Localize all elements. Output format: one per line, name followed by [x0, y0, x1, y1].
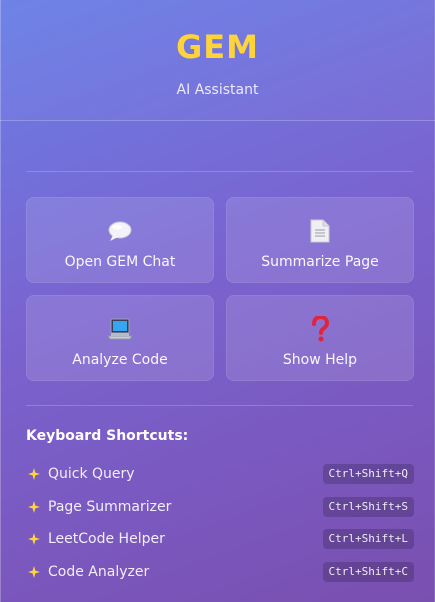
- sparkle-icon: [27, 565, 41, 579]
- shortcut-item: LeetCode Helper Ctrl+Shift+L: [26, 523, 414, 556]
- shortcut-item: Code Analyzer Ctrl+Shift+C: [26, 556, 414, 589]
- shortcut-item: Page Summarizer Ctrl+Shift+S: [26, 491, 414, 524]
- sparkle-icon: [27, 532, 41, 546]
- shortcut-item: Quick Query Ctrl+Shift+Q: [26, 458, 414, 491]
- open-chat-label: Open GEM Chat: [64, 254, 176, 270]
- question-mark-icon: [307, 316, 333, 342]
- show-help-button[interactable]: Show Help: [226, 295, 414, 381]
- shortcut-keys: Ctrl+Shift+C: [322, 561, 414, 582]
- laptop-icon: [107, 316, 133, 342]
- shortcut-keys: Ctrl+Shift+L: [322, 529, 414, 550]
- actions-grid: Open GEM Chat Summarize Page Analyze Cod…: [26, 197, 414, 381]
- section-divider: [26, 405, 413, 406]
- summarize-page-button[interactable]: Summarize Page: [226, 197, 414, 283]
- shortcut-label: LeetCode Helper: [48, 531, 165, 548]
- analyze-code-button[interactable]: Analyze Code: [26, 295, 214, 381]
- shortcut-list: Quick Query Ctrl+Shift+Q Page Summarizer…: [26, 458, 414, 588]
- document-icon: [307, 218, 333, 244]
- show-help-label: Show Help: [282, 352, 358, 368]
- shortcut-label: Page Summarizer: [48, 498, 172, 515]
- section-divider: [26, 171, 413, 172]
- analyze-code-label: Analyze Code: [72, 352, 168, 368]
- sparkle-icon: [27, 500, 41, 514]
- shortcut-keys: Ctrl+Shift+S: [322, 496, 414, 517]
- summarize-page-label: Summarize Page: [261, 254, 379, 270]
- shortcut-label: Code Analyzer: [48, 563, 150, 580]
- sparkle-icon: [27, 467, 41, 481]
- shortcuts-title: Keyboard Shortcuts:: [26, 428, 189, 444]
- shortcut-label: Quick Query: [48, 466, 135, 483]
- speech-bubble-icon: [107, 218, 133, 244]
- shortcut-keys: Ctrl+Shift+Q: [322, 464, 414, 485]
- open-chat-button[interactable]: Open GEM Chat: [26, 197, 214, 283]
